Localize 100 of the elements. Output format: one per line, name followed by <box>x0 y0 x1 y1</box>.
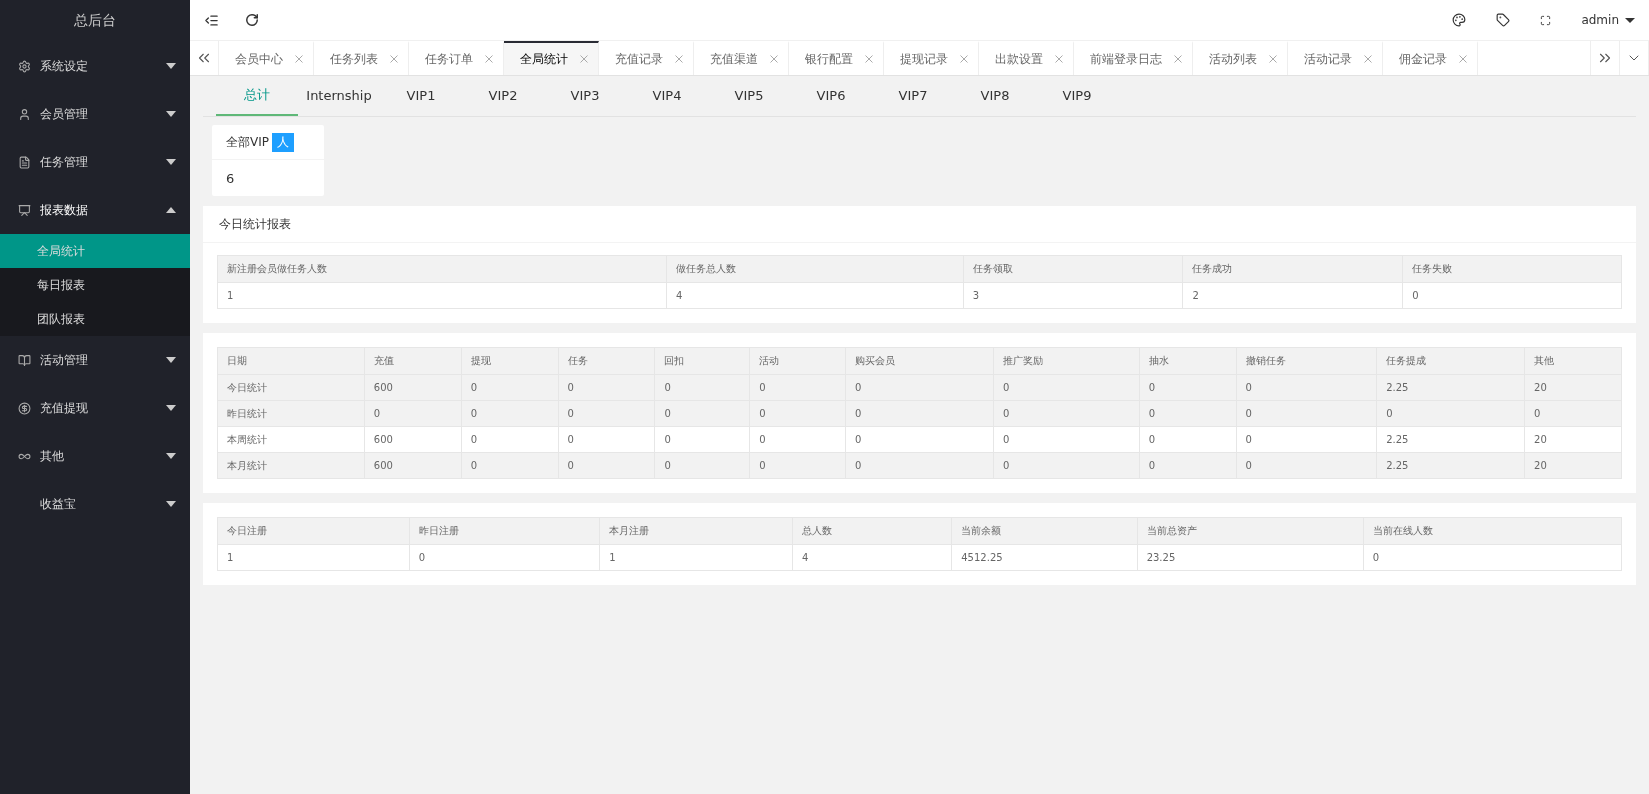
table-cell: 4512.25 <box>951 544 1138 571</box>
table-cell: 本周统计 <box>217 426 365 453</box>
level-tab[interactable]: VIP7 <box>872 76 954 116</box>
close-icon[interactable] <box>865 55 873 63</box>
table-cell: 0 <box>845 374 994 401</box>
unit-badge: 人 <box>272 132 294 152</box>
level-tab[interactable]: VIP3 <box>544 76 626 116</box>
table-cell: 0 <box>558 452 655 479</box>
column-header: 任务提成 <box>1376 347 1525 375</box>
app-title: 总后台 <box>73 11 117 30</box>
column-header: 新注册会员做任务人数 <box>217 255 667 283</box>
column-header: 抽水 <box>1139 347 1237 375</box>
table-cell: 0 <box>409 544 600 571</box>
level-tab[interactable]: VIP5 <box>708 76 790 116</box>
level-tab[interactable]: VIP6 <box>790 76 872 116</box>
settings-icon <box>18 59 31 73</box>
menu-item[interactable]: 任务管理 <box>0 138 190 186</box>
table-cell: 0 <box>364 400 462 427</box>
menu-item[interactable]: 活动管理 <box>0 336 190 384</box>
table-cell: 1 <box>217 282 667 309</box>
column-header: 充值 <box>364 347 462 375</box>
level-tab[interactable]: Internship <box>298 76 380 116</box>
table-cell: 0 <box>558 400 655 427</box>
fullscreen-icon[interactable] <box>1540 14 1552 26</box>
column-header: 任务领取 <box>963 255 1183 283</box>
close-icon[interactable] <box>770 55 778 63</box>
table-cell: 0 <box>749 426 846 453</box>
table-cell: 1 <box>217 544 410 571</box>
menu-item[interactable]: 会员管理 <box>0 90 190 138</box>
level-tab[interactable]: VIP8 <box>954 76 1036 116</box>
column-header: 提现 <box>461 347 559 375</box>
table-cell: 0 <box>654 374 750 401</box>
table-cell: 0 <box>1236 452 1377 479</box>
table-cell: 0 <box>1139 452 1237 479</box>
close-icon[interactable] <box>485 55 493 63</box>
level-tab[interactable]: VIP1 <box>380 76 462 116</box>
column-header: 本月注册 <box>599 517 793 545</box>
menu-collapse-icon[interactable] <box>204 12 219 28</box>
column-header: 活动 <box>749 347 846 375</box>
close-icon[interactable] <box>295 55 303 63</box>
column-header: 做任务总人数 <box>666 255 964 283</box>
table-cell: 0 <box>993 426 1140 453</box>
close-icon[interactable] <box>1174 55 1182 63</box>
menu-item[interactable]: 收益宝 <box>0 480 190 528</box>
submenu-item[interactable]: 团队报表 <box>0 302 190 336</box>
close-icon[interactable] <box>960 55 968 63</box>
table-cell: 2.25 <box>1376 426 1525 453</box>
menu-item[interactable]: 其他 <box>0 432 190 480</box>
book-icon <box>18 353 31 367</box>
close-icon[interactable] <box>1055 55 1063 63</box>
table-cell: 0 <box>1402 282 1622 309</box>
column-header: 今日注册 <box>217 517 410 545</box>
column-header: 购买会员 <box>845 347 994 375</box>
level-tab[interactable]: VIP2 <box>462 76 544 116</box>
table-cell: 20 <box>1524 452 1622 479</box>
table-cell: 0 <box>749 374 846 401</box>
table-cell: 0 <box>1139 426 1237 453</box>
column-header: 回扣 <box>654 347 750 375</box>
close-icon[interactable] <box>1459 55 1467 63</box>
table-cell: 0 <box>558 426 655 453</box>
refresh-icon[interactable] <box>245 13 259 27</box>
close-icon[interactable] <box>1364 55 1372 63</box>
close-icon[interactable] <box>580 55 588 63</box>
card-title: 全部VIP <box>226 133 269 151</box>
palette-icon[interactable] <box>1452 13 1467 27</box>
scroll-right-button[interactable] <box>1590 41 1620 75</box>
table-cell: 600 <box>364 452 462 479</box>
table-cell: 2.25 <box>1376 374 1525 401</box>
table-cell: 0 <box>1236 374 1377 401</box>
user-menu[interactable]: admin <box>1581 13 1635 27</box>
table-cell: 0 <box>461 426 559 453</box>
stat-value: 6 <box>225 169 236 188</box>
table-cell: 23.25 <box>1137 544 1364 571</box>
tag-icon[interactable] <box>1496 13 1511 27</box>
page-tab[interactable]: 全局统计 <box>504 41 599 75</box>
menu-item[interactable]: 充值提现 <box>0 384 190 432</box>
table-cell: 0 <box>1363 544 1622 571</box>
menu-item[interactable]: 系统设定 <box>0 42 190 90</box>
table-cell: 0 <box>654 400 750 427</box>
level-tab[interactable]: VIP9 <box>1036 76 1118 116</box>
table-cell: 0 <box>993 452 1140 479</box>
column-header: 其他 <box>1524 347 1622 375</box>
table-cell: 20 <box>1524 374 1622 401</box>
column-header: 昨日注册 <box>409 517 600 545</box>
table-cell: 4 <box>666 282 964 309</box>
table-cell: 0 <box>654 426 750 453</box>
submenu-item[interactable]: 每日报表 <box>0 268 190 302</box>
table-cell: 0 <box>1139 400 1237 427</box>
close-icon[interactable] <box>390 55 398 63</box>
table-cell: 0 <box>993 374 1140 401</box>
panel-title: 今日统计报表 <box>203 206 1636 243</box>
table-cell: 2.25 <box>1376 452 1525 479</box>
column-header: 当前在线人数 <box>1363 517 1622 545</box>
table-cell: 1 <box>599 544 793 571</box>
close-icon[interactable] <box>1269 55 1277 63</box>
menu-item[interactable]: 报表数据 <box>0 186 190 234</box>
close-icon[interactable] <box>675 55 683 63</box>
document-icon <box>18 155 31 169</box>
table-cell: 600 <box>364 426 462 453</box>
level-tab[interactable]: VIP4 <box>626 76 708 116</box>
